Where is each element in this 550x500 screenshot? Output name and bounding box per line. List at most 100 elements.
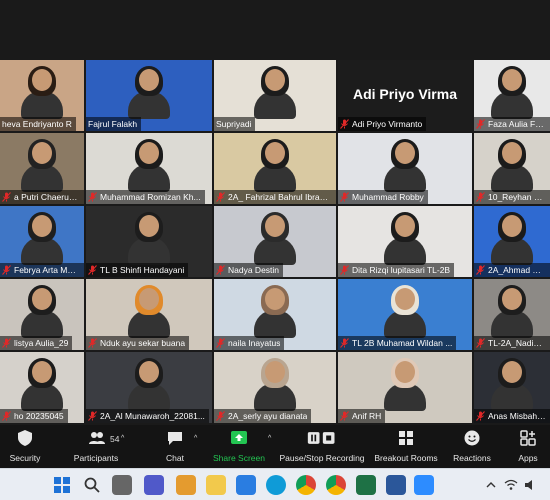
windows-icon[interactable] (52, 475, 72, 495)
participant-tile[interactable]: heva Endriyanto R (0, 60, 84, 131)
participant-name: Nduk ayu sekar buana (100, 338, 186, 348)
participant-tile[interactable]: 2A_Ahmad Syifa' (474, 206, 550, 277)
meeting-toolbar: Security 54 ^ Participants ^ Chat ^ Shar… (0, 425, 550, 468)
word-icon[interactable] (386, 475, 406, 495)
participant-name: listya Aulia_29 (14, 338, 69, 348)
reactions-button[interactable]: Reactions (452, 429, 492, 467)
participant-tile[interactable]: naila Inayatus (214, 279, 336, 350)
speaker-icon[interactable] (524, 479, 536, 491)
participant-tile[interactable]: Muhammad Robby (338, 133, 472, 204)
security-button[interactable]: Security (4, 429, 46, 467)
participant-nametag: Nadya Destin (214, 263, 284, 277)
participant-name: TL 2B Muhamad Wildan ... (352, 338, 453, 348)
participant-tile[interactable]: Nadya Destin (214, 206, 336, 277)
participant-video (254, 139, 296, 192)
breakout-rooms-button[interactable]: Breakout Rooms (374, 429, 438, 467)
participant-nametag: Anif RH (338, 409, 386, 423)
muted-mic-icon (476, 338, 485, 348)
search-icon[interactable] (82, 475, 102, 495)
chevron-up-icon[interactable] (486, 480, 496, 490)
participant-name: Febrya Arta Mevia (14, 265, 80, 275)
participant-nametag: Anas Misbahul H (474, 409, 550, 423)
file-explorer-icon[interactable] (206, 475, 226, 495)
system-tray[interactable] (486, 477, 542, 493)
share-screen-icon (231, 431, 247, 444)
excel-icon[interactable] (356, 475, 376, 495)
participant-nametag: naila Inayatus (214, 336, 285, 350)
participant-nametag: Muhammad Romizan Kh... (86, 190, 205, 204)
participant-tile[interactable]: Anif RH (338, 352, 472, 423)
participant-tile[interactable]: Muhammad Romizan Kh... (86, 133, 212, 204)
participant-video (384, 139, 426, 192)
apps-icon (520, 430, 536, 446)
participant-tile[interactable]: 10_Reyhan Zhafar (474, 133, 550, 204)
participant-name: TL-2A_Nadia Rufa (488, 338, 546, 348)
participant-tile[interactable]: Anas Misbahul H (474, 352, 550, 423)
chevron-up-icon[interactable]: ^ (194, 435, 197, 442)
participant-nametag: Muhammad Robby (338, 190, 428, 204)
store-icon[interactable] (236, 475, 256, 495)
participant-tile[interactable]: Supriyadi (214, 60, 336, 131)
smiley-icon (464, 430, 480, 446)
participant-video (491, 66, 533, 119)
zoom-meeting-window: heva Endriyanto R Fajrul Falakh Supriyadi A… (0, 0, 550, 500)
participant-name: 2A_ Fahrizal Bahrul Ibrahi... (228, 192, 332, 202)
participant-tile[interactable]: 2A_ Fahrizal Bahrul Ibrahi... (214, 133, 336, 204)
chrome-icon[interactable] (326, 475, 346, 495)
participant-tile[interactable]: listya Aulia_29 (0, 279, 84, 350)
pause-stop-recording-button[interactable]: Pause/Stop Recording (278, 429, 366, 467)
muted-mic-icon (476, 192, 485, 202)
participant-video (21, 358, 63, 411)
teams-icon[interactable] (144, 475, 164, 495)
participant-tile[interactable]: 2A_Al Munawaroh_22081... (86, 352, 212, 423)
apps-button[interactable]: Apps (512, 429, 544, 467)
participant-name: ho 20235045 (14, 411, 64, 421)
participant-video (21, 139, 63, 192)
chrome-icon[interactable] (296, 475, 316, 495)
people-icon (89, 432, 105, 444)
edge-icon[interactable] (266, 475, 286, 495)
participant-tile[interactable]: TL 2B Muhamad Wildan ... (338, 279, 472, 350)
participant-video (254, 212, 296, 265)
muted-mic-icon (2, 411, 11, 421)
participant-tile[interactable]: a Putri Chaerunisa (0, 133, 84, 204)
participant-tile[interactable]: TL-2A_Nadia Rufa (474, 279, 550, 350)
participant-name: a Putri Chaerunisa (14, 192, 80, 202)
participant-tile[interactable]: ho 20235045 (0, 352, 84, 423)
participant-tile[interactable]: Febrya Arta Mevia (0, 206, 84, 277)
muted-mic-icon (88, 265, 97, 275)
chat-bubble-icon (168, 432, 182, 445)
zoom-icon[interactable] (414, 475, 434, 495)
participant-nametag: a Putri Chaerunisa (0, 190, 84, 204)
wifi-icon[interactable] (504, 479, 518, 491)
participant-video (21, 66, 63, 119)
participant-nametag: Febrya Arta Mevia (0, 263, 84, 277)
participant-nametag: heva Endriyanto R (0, 117, 76, 131)
participant-tile[interactable]: TL B Shinfi Handayani (86, 206, 212, 277)
participant-nametag: TL 2B Muhamad Wildan ... (338, 336, 457, 350)
pause-stop-label: Pause/Stop Recording (279, 453, 365, 463)
share-screen-button[interactable]: ^ Share Screen (210, 429, 271, 467)
participant-tile[interactable]: Fajrul Falakh (86, 60, 212, 131)
chat-button[interactable]: ^ Chat (156, 429, 197, 467)
participant-video (128, 285, 170, 338)
photos-icon[interactable] (176, 475, 196, 495)
participant-video (384, 285, 426, 338)
breakout-rooms-label: Breakout Rooms (374, 453, 438, 463)
muted-mic-icon (216, 411, 225, 421)
participant-name: 2A_Al Munawaroh_22081... (100, 411, 205, 421)
chevron-up-icon[interactable]: ^ (121, 435, 124, 442)
participant-tile[interactable]: Faza Aulia Fatima (474, 60, 550, 131)
participant-video (254, 66, 296, 119)
pause-stop-icon (307, 432, 335, 444)
participant-tile[interactable]: Dita Rizqi lupitasari TL-2B (338, 206, 472, 277)
participant-tile[interactable]: Adi Priyo Virma Adi Priyo Virmanto (338, 60, 472, 131)
participants-button[interactable]: 54 ^ Participants (68, 429, 124, 467)
task-view-icon[interactable] (112, 475, 132, 495)
participant-tile[interactable]: Nduk ayu sekar buana (86, 279, 212, 350)
participant-video (491, 358, 533, 411)
participant-tile[interactable]: 2A_serly ayu dianata (214, 352, 336, 423)
muted-mic-icon (340, 119, 349, 129)
chevron-up-icon[interactable]: ^ (268, 435, 271, 442)
participant-name-display: Adi Priyo Virma (352, 86, 457, 102)
